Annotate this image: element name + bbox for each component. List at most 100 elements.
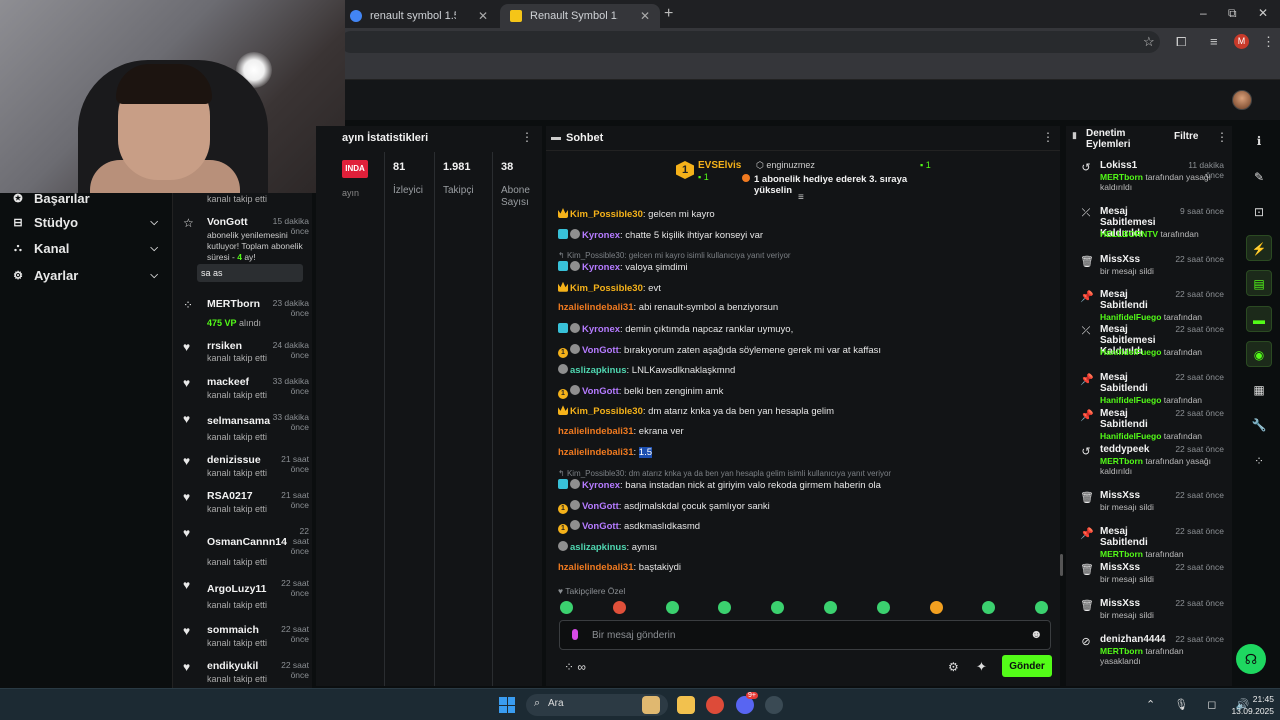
minimize-button[interactable]: –: [1200, 6, 1207, 20]
clock[interactable]: 21:45 13.09.2025: [1226, 693, 1274, 717]
points-indicator[interactable]: ⁘ ∞: [564, 660, 586, 674]
support-icon[interactable]: ☊: [1236, 644, 1266, 674]
emote-icon[interactable]: [1035, 601, 1049, 614]
edit-icon[interactable]: ✎: [1246, 164, 1272, 190]
user-avatar[interactable]: [1232, 90, 1252, 110]
star-icon[interactable]: ☆: [1143, 34, 1155, 50]
file-explorer-icon[interactable]: [677, 696, 695, 714]
chat-username[interactable]: Kyronex: [582, 230, 620, 241]
start-button[interactable]: [499, 697, 515, 713]
chat-text: abi renault-symbol a benziyorsun: [638, 302, 779, 314]
nav-item-settings[interactable]: ⚙ Ayarlar ⌵: [12, 265, 162, 285]
info-icon[interactable]: ℹ: [1246, 128, 1272, 154]
browser-tab-google[interactable]: renault symbol 1.5 dci - Google ✕: [340, 4, 498, 28]
close-tab-icon[interactable]: ✕: [640, 9, 650, 23]
send-button[interactable]: Gönder: [1002, 655, 1052, 677]
chat-message[interactable]: Kim_Possible30: gelcen mi kayro: [558, 208, 1048, 220]
chat-username[interactable]: aslizapkinus: [570, 542, 627, 553]
chat-scrollbar[interactable]: [1060, 554, 1063, 576]
chrome-icon[interactable]: [706, 696, 724, 714]
list-icon[interactable]: ▤: [1246, 270, 1272, 296]
close-tab-icon[interactable]: ✕: [478, 9, 488, 23]
profile-avatar[interactable]: M: [1234, 34, 1249, 49]
chat-message[interactable]: Kim_Possible30: evt: [558, 281, 1048, 294]
chat-message[interactable]: hzalielindebali31: abi renault-symbol a …: [558, 302, 1048, 313]
kebab-menu-icon[interactable]: ⋮: [1262, 34, 1275, 50]
microphone-icon[interactable]: [572, 629, 578, 640]
chat-message[interactable]: Kyronex: demin çıktımda napcaz ranklar u…: [558, 323, 1048, 335]
chat-username[interactable]: Kim_Possible30: [570, 209, 643, 220]
trash-icon: 🗑: [1080, 600, 1094, 612]
site-favicon-icon: [510, 10, 522, 22]
emote-icon[interactable]: [771, 601, 785, 614]
chat-message-input[interactable]: [592, 627, 1012, 643]
activity-feed: kanalı takip etti ☆ VonGott 15 dakika ön…: [172, 120, 312, 688]
chat-message[interactable]: 1 VonGott: bırakıyorum zaten aşağıda söyl…: [558, 343, 1048, 358]
maximize-button[interactable]: ⧉: [1228, 6, 1237, 21]
bot-icon[interactable]: ✦: [976, 659, 987, 675]
bolt-icon[interactable]: ⚡: [1246, 234, 1272, 261]
emote-icon[interactable]: [876, 601, 890, 614]
layers-icon[interactable]: ▦: [1246, 377, 1272, 403]
chat-message[interactable]: Kyronex: bana instadan nick at giriyim v…: [558, 479, 1048, 491]
chat-username[interactable]: VonGott: [582, 521, 619, 532]
chat-username[interactable]: hzalielindebali31: [558, 447, 634, 458]
filter-button[interactable]: Filtre: [1174, 131, 1198, 142]
chat-username[interactable]: VonGott: [582, 386, 619, 397]
chat-username[interactable]: aslizapkinus: [570, 365, 627, 376]
url-field[interactable]: [340, 31, 1160, 53]
camera-icon[interactable]: ⊡: [1246, 199, 1272, 225]
chat-message[interactable]: hzalielindebali31: ekrana ver: [558, 426, 1048, 437]
chat-message[interactable]: aslizapkinus: aynısı: [558, 541, 1048, 553]
chat-username[interactable]: VonGott: [582, 501, 619, 512]
kebab-menu-icon[interactable]: ⋮: [521, 130, 533, 144]
chat-username[interactable]: Kim_Possible30: [570, 406, 643, 417]
browser-tab-renault[interactable]: Renault Symbol 1.5 DCI Fiyatları ✕: [500, 4, 660, 28]
emote-icon[interactable]: [929, 601, 943, 614]
emoji-icon[interactable]: ☻: [1030, 627, 1043, 641]
close-window-button[interactable]: ✕: [1258, 6, 1268, 20]
chat-message[interactable]: 1 VonGott: asdjmalskdal çocuk şamlıyor sa…: [558, 499, 1048, 514]
one-badge-icon: 1: [558, 347, 568, 358]
chat-message[interactable]: aslizapkinus: LNLKawsdlknaklaşkmnd: [558, 364, 1048, 376]
chat-message[interactable]: hzalielindebali31: baştakiydi: [558, 562, 1048, 573]
extensions-icon[interactable]: ⧠: [1176, 34, 1186, 50]
emote-icon[interactable]: [665, 601, 679, 614]
chat-username[interactable]: Kyronex: [582, 480, 620, 491]
weather-icon[interactable]: [642, 696, 660, 714]
broadcast-icon[interactable]: ◉: [1246, 341, 1272, 367]
chat-username[interactable]: Kyronex: [582, 262, 620, 273]
chat-username[interactable]: Kim_Possible30: [570, 283, 643, 294]
gear-icon[interactable]: ⚙: [948, 660, 959, 674]
emote-icon[interactable]: [612, 601, 626, 614]
emote-icon[interactable]: [982, 601, 996, 614]
chat-username[interactable]: Kyronex: [582, 324, 620, 335]
chat-text: baştakiydi: [638, 561, 682, 573]
kebab-menu-icon[interactable]: ⋮: [1216, 130, 1228, 144]
nav-item-channel[interactable]: ⛬ Kanal ⌵: [12, 238, 162, 258]
chat-username[interactable]: hzalielindebali31: [558, 302, 634, 313]
chat-message[interactable]: 1 VonGott: belki ben zenginim amk: [558, 384, 1048, 399]
chat-message[interactable]: 1 VonGott: asdkmaslıdkasmd: [558, 520, 1048, 535]
chat-message[interactable]: Kyronex: chatte 5 kişilik ihtiyar konsey…: [558, 228, 1048, 241]
emote-icon[interactable]: [560, 601, 573, 614]
chat-message[interactable]: hzalielindebali31: 1.5: [558, 446, 1048, 458]
nav-item-studio[interactable]: ⊟ Stüdyo ⌵: [12, 212, 162, 232]
emote-icon[interactable]: [824, 601, 837, 614]
shield-icon: ▮: [1072, 130, 1077, 140]
chat-message[interactable]: Kyronex: valoya şimdimi: [558, 261, 1048, 273]
new-tab-button[interactable]: +: [664, 5, 673, 23]
chat-username[interactable]: hzalielindebali31: [558, 426, 634, 437]
chat-username[interactable]: hzalielindebali31: [558, 562, 634, 573]
wrench-icon[interactable]: 🔧: [1246, 412, 1272, 438]
chat-bubble-icon[interactable]: ▬: [1246, 305, 1272, 332]
chat-filter-icon[interactable]: ≡: [798, 192, 804, 203]
chat-username[interactable]: VonGott: [582, 345, 619, 356]
studio-icon: ⊟: [13, 216, 23, 229]
share-icon[interactable]: ⁘: [1246, 448, 1272, 474]
emote-icon[interactable]: [718, 601, 732, 614]
chat-message[interactable]: Kim_Possible30: dm atarız knka ya da ben…: [558, 405, 1048, 417]
kebab-menu-icon[interactable]: ⋮: [1042, 130, 1054, 144]
media-icon[interactable]: ≡: [1210, 34, 1218, 49]
app-icon[interactable]: [765, 696, 783, 714]
